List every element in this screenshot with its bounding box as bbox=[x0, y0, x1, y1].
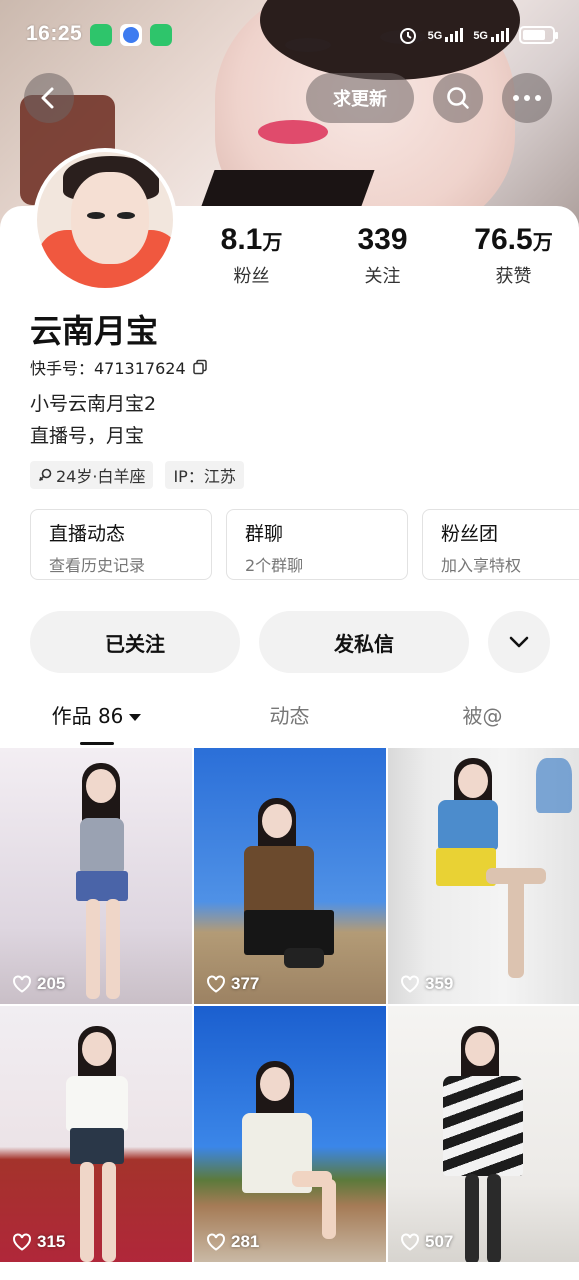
status-time: 16:25 bbox=[26, 22, 83, 45]
more-horizontal-icon bbox=[513, 95, 541, 101]
iqiyi-notification-icon-2 bbox=[150, 24, 173, 46]
dropdown-caret-icon bbox=[129, 714, 142, 721]
search-button[interactable] bbox=[433, 73, 483, 123]
ip-location-tag: IP：江苏 bbox=[165, 461, 244, 489]
video-thumbnail[interactable]: 281 bbox=[194, 1006, 386, 1262]
signal-2: 5G bbox=[473, 28, 509, 42]
heart-icon bbox=[207, 1233, 225, 1251]
profile-tags: 24岁·白羊座 IP：江苏 bbox=[30, 461, 244, 489]
bio-line: 小号云南月宝2 bbox=[30, 393, 157, 415]
send-message-button[interactable]: 发私信 bbox=[259, 611, 469, 673]
video-thumbnail[interactable]: 377 bbox=[194, 748, 386, 1004]
live-history-entry[interactable]: 直播动态 查看历史记录 bbox=[30, 509, 212, 580]
stat-followers-label: 粉丝 bbox=[233, 266, 270, 287]
video-likes: 205 bbox=[12, 974, 65, 994]
alarm-icon bbox=[399, 28, 416, 44]
avatar[interactable] bbox=[33, 148, 177, 292]
tab-moments[interactable]: 动态 bbox=[193, 700, 386, 748]
followed-button[interactable]: 已关注 bbox=[30, 611, 240, 673]
more-options-button[interactable] bbox=[502, 73, 552, 123]
female-icon bbox=[38, 468, 52, 482]
search-icon bbox=[447, 87, 469, 109]
heart-icon bbox=[207, 975, 225, 993]
heart-icon bbox=[401, 1233, 419, 1251]
video-likes: 315 bbox=[12, 1232, 65, 1252]
tab-works[interactable]: 作品 86 bbox=[0, 700, 193, 748]
fan-club-entry[interactable]: 粉丝团 加入享特权 bbox=[422, 509, 579, 580]
video-thumbnail[interactable]: 205 bbox=[0, 748, 192, 1004]
video-likes: 281 bbox=[206, 1232, 259, 1252]
profile-actions: 已关注 发私信 bbox=[30, 611, 550, 673]
app-notification-icon bbox=[120, 24, 143, 46]
group-chat-entry[interactable]: 群聊 2个群聊 bbox=[226, 509, 408, 580]
tab-mentions[interactable]: 被@ bbox=[386, 700, 579, 748]
battery-icon bbox=[519, 26, 558, 44]
chevron-down-icon bbox=[509, 636, 529, 648]
stat-followers[interactable]: 8.1万 粉丝 bbox=[186, 222, 317, 288]
bio-line: 直播号，月宝 bbox=[30, 425, 145, 447]
stat-following-label: 关注 bbox=[364, 266, 401, 287]
stat-following[interactable]: 339 关注 bbox=[317, 222, 448, 288]
heart-icon bbox=[13, 1233, 31, 1251]
age-zodiac-tag: 24岁·白羊座 bbox=[30, 461, 154, 489]
profile-tabs: 作品 86 动态 被@ bbox=[0, 700, 579, 748]
video-likes: 377 bbox=[206, 974, 259, 994]
chevron-left-icon bbox=[41, 87, 54, 109]
video-grid: 205 377 359 315 281 507 bbox=[0, 748, 579, 1262]
copy-icon[interactable] bbox=[192, 359, 208, 375]
signal-1: 5G bbox=[428, 28, 464, 42]
video-likes: 507 bbox=[400, 1232, 453, 1252]
back-button[interactable] bbox=[24, 73, 74, 123]
stat-likes-label: 获赞 bbox=[495, 266, 532, 287]
profile-stats: 8.1万 粉丝 339 关注 76.5万 获赞 bbox=[186, 222, 579, 288]
profile-bio: 小号云南月宝2 直播号，月宝 bbox=[30, 388, 156, 452]
kuaishou-id[interactable]: 快手号：471317624 bbox=[30, 355, 208, 379]
status-bar: 16:25 5G 5G bbox=[0, 0, 579, 72]
expand-button[interactable] bbox=[488, 611, 550, 673]
video-thumbnail[interactable]: 507 bbox=[388, 1006, 579, 1262]
stat-likes[interactable]: 76.5万 获赞 bbox=[448, 222, 579, 288]
video-thumbnail[interactable]: 359 bbox=[388, 748, 579, 1004]
video-likes: 359 bbox=[400, 974, 453, 994]
quick-entries: 直播动态 查看历史记录 群聊 2个群聊 粉丝团 加入享特权 bbox=[30, 509, 579, 580]
profile-screen: 16:25 5G 5G 求更新 8.1万 粉丝 339 关注 76.5万 获赞 … bbox=[0, 0, 579, 1280]
profile-name: 云南月宝 bbox=[30, 312, 159, 350]
request-update-button[interactable]: 求更新 bbox=[306, 73, 414, 123]
heart-icon bbox=[13, 975, 31, 993]
heart-icon bbox=[401, 975, 419, 993]
iqiyi-notification-icon bbox=[90, 24, 113, 46]
video-thumbnail[interactable]: 315 bbox=[0, 1006, 192, 1262]
